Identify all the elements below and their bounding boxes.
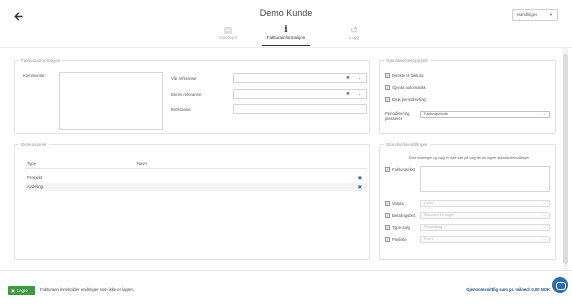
tab-logg[interactable]: ↺ Logg: [324, 25, 384, 47]
trash-icon[interactable]: ▣: [358, 183, 362, 191]
currency-checkbox[interactable]: ✓: [385, 201, 390, 206]
currency-label: Valuta: [392, 201, 404, 206]
sale-type-checkbox[interactable]: ✓: [385, 225, 390, 230]
chevron-down-icon: ⌄: [542, 213, 546, 217]
invoice-text-textarea[interactable]: [420, 166, 550, 192]
trash-icon[interactable]: ▣: [358, 174, 362, 182]
footer-bar: ▣ Lagre Fakturaen inneholder endringer so…: [0, 270, 572, 305]
direct-invoice-label: Direkte til faktura: [392, 73, 424, 78]
monthly-average: Gjennomsnittlig sum pr. måned: 0,00 NOK: [466, 287, 550, 292]
tab-label: Logg: [348, 35, 359, 40]
floppy-icon: ▣: [11, 288, 15, 293]
defaults-hint: Dine endringer og valg er ikke satt på v…: [408, 156, 530, 160]
page-title: Demo Kunde: [259, 8, 313, 18]
chevron-down-icon: ▼: [549, 12, 553, 17]
price-list-select[interactable]: Pris 1 ⌄: [420, 236, 550, 243]
clear-icon[interactable]: ✖: [346, 91, 350, 97]
actions-label: Handlinger: [517, 12, 538, 17]
tab-varelinjer[interactable]: ▤ Varelinjer: [198, 25, 258, 47]
header-bar: 🡨 Demo Kunde Handlinger ▼ ▤ Varelinjer i…: [0, 0, 572, 48]
chevron-down-icon: ⌄: [542, 201, 546, 205]
row-type: Avdeling: [27, 184, 43, 189]
invoice-text-checkbox[interactable]: ✓: [385, 167, 390, 172]
send-auto-label: Gjenta automatisk: [392, 85, 426, 90]
currency-value: Lokal: [424, 201, 433, 205]
tab-label: Varelinjer: [218, 35, 238, 40]
actions-dropdown[interactable]: Handlinger ▼: [512, 9, 558, 21]
payment-terms-select[interactable]: Standard 14 dager ⌄: [420, 212, 550, 219]
send-auto-checkbox[interactable]: ✓: [385, 85, 390, 90]
section-title: Fakturainformasjon: [21, 58, 61, 63]
cart-icon: ▤: [223, 25, 233, 35]
chevron-down-icon[interactable]: ⌄: [358, 91, 361, 96]
our-reference-select[interactable]: ✖ ⌄: [233, 73, 367, 83]
chevron-down-icon: ⌄: [542, 237, 546, 241]
payment-terms-value: Standard 14 dager: [424, 213, 454, 217]
scrollbar-thumb[interactable]: [563, 54, 568, 264]
section-title: Dimensjoner: [21, 142, 47, 147]
comment-textarea[interactable]: [59, 72, 163, 130]
period-value: Fakturaperiode: [424, 112, 449, 116]
chevron-down-icon: ⌄: [542, 112, 546, 116]
period-select[interactable]: Fakturaperiode ⌄: [420, 111, 550, 118]
sale-type-label: Type salg: [392, 225, 410, 230]
comment-label: Kommentar:: [23, 73, 46, 78]
sale-type-value: Innlandsalg: [424, 225, 443, 229]
divider: [25, 168, 367, 169]
direct-invoice-checkbox[interactable]: ✓: [385, 73, 390, 78]
your-reference-select[interactable]: ✖ ⌄: [233, 89, 367, 99]
invoice-page: 🡨 Demo Kunde Handlinger ▼ ▤ Varelinjer i…: [0, 0, 572, 305]
chat-bubble-icon[interactable]: [552, 277, 568, 293]
chevron-down-icon: ⌄: [542, 225, 546, 229]
chevron-down-icon[interactable]: ⌄: [358, 75, 361, 80]
reference-input[interactable]: [233, 104, 367, 114]
save-button[interactable]: ▣ Lagre: [8, 286, 35, 295]
column-header-name: Navn: [137, 161, 147, 166]
info-icon: i: [284, 25, 288, 35]
recurrence-section: Gjentakelsesoppsett: [379, 58, 556, 134]
section-title: Standardinnstillinger: [386, 142, 428, 147]
history-icon: ↺: [350, 25, 358, 35]
currency-select[interactable]: Lokal ⌄: [420, 200, 550, 207]
tab-label: Fakturainformasjon: [266, 35, 306, 40]
tab-bar: ▤ Varelinjer i Fakturainformasjon ↺ Logg: [0, 25, 572, 47]
save-label: Lagre: [16, 288, 28, 293]
your-reference-label: Deres referanse:: [171, 92, 203, 97]
use-period-checkbox[interactable]: ✓: [385, 97, 390, 102]
column-header-type: Type: [27, 161, 37, 166]
reference-label: Referanse:: [171, 107, 192, 112]
payment-terms-label: Betalingsbet.: [392, 213, 417, 218]
our-reference-label: Vår referanse:: [171, 76, 198, 81]
clear-icon[interactable]: ✖: [346, 75, 350, 81]
price-list-value: Pris 1: [424, 237, 434, 241]
period-label: Periodisering plasserer: [385, 111, 410, 121]
price-list-checkbox[interactable]: ✓: [385, 237, 390, 242]
dimensions-section: Dimensjoner: [14, 142, 370, 260]
table-row[interactable]: Avdeling ▣: [25, 183, 367, 191]
row-type: Prosjekt: [27, 175, 43, 180]
use-period-label: Bruk periodisering: [392, 97, 426, 102]
invoice-text-label: Fakturatekst: [392, 167, 416, 172]
unsaved-hint: Fakturaen inneholder endringer som ikke …: [40, 287, 134, 292]
sale-type-select[interactable]: Innlandsalg ⌄: [420, 224, 550, 231]
payment-terms-checkbox[interactable]: ✓: [385, 213, 390, 218]
table-row[interactable]: Prosjekt ▣: [25, 174, 367, 182]
tab-fakturainformasjon[interactable]: i Fakturainformasjon: [256, 25, 316, 47]
section-title: Gjentakelsesoppsett: [386, 58, 428, 63]
price-list-label: Prisliste: [392, 237, 407, 242]
